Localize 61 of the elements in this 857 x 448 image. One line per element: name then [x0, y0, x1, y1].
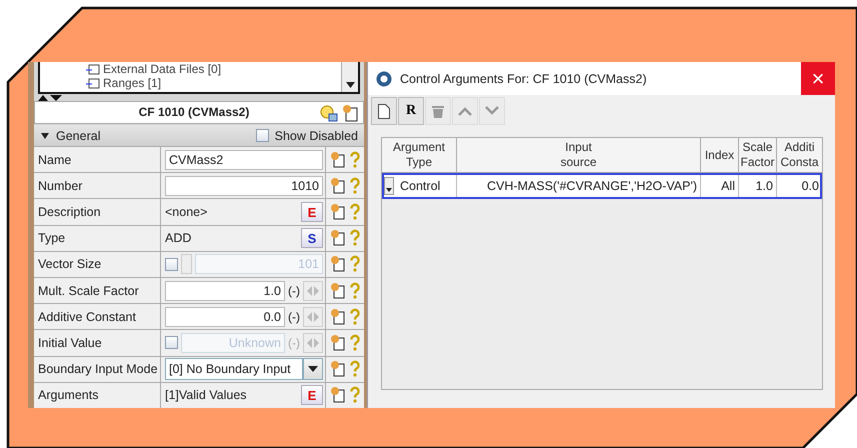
new-document-icon[interactable]: [330, 360, 346, 378]
table-cell: Control: [400, 179, 440, 193]
section-header[interactable]: General Show Disabled: [34, 125, 364, 146]
edit-button[interactable]: E: [301, 202, 323, 222]
new-document-icon[interactable]: [330, 203, 346, 222]
trash-icon: [432, 104, 444, 118]
initial-value-checkbox[interactable]: [165, 336, 178, 350]
spinner-icon[interactable]: [303, 332, 323, 353]
mode-dropdown[interactable]: [0] No Boundary Input: [165, 358, 303, 380]
value-field[interactable]: 1.0: [165, 280, 285, 301]
name-field[interactable]: CVMass2: [165, 150, 323, 170]
table-cell: 0.0: [802, 179, 819, 193]
unit-label: (-): [288, 336, 300, 350]
tree-node-icon: [86, 77, 100, 89]
new-document-icon[interactable]: [330, 308, 346, 326]
edit-button[interactable]: E: [301, 385, 323, 406]
column-header[interactable]: Additi Consta: [777, 138, 822, 172]
document-icon: [378, 104, 390, 118]
new-document-icon[interactable]: [341, 104, 359, 122]
new-document-icon[interactable]: [330, 255, 346, 274]
new-button[interactable]: [371, 97, 397, 125]
new-document-icon[interactable]: [330, 386, 346, 404]
number-field[interactable]: 1010: [165, 176, 323, 196]
close-button[interactable]: ×: [801, 62, 835, 95]
column-header[interactable]: Argument Type: [382, 138, 457, 172]
dialog-title: Control Arguments For: CF 1010 (CVMass2): [400, 72, 647, 86]
property-value: ADD: [165, 231, 192, 246]
chevron-down-icon: [484, 106, 500, 116]
vector-checkbox[interactable]: [165, 258, 178, 271]
unit-label: (-): [288, 284, 300, 298]
table-cell: 1.0: [756, 179, 773, 193]
table-row[interactable]: Control CVH-MASS('#CVRANGE','H2O-VAP') All 1.0 0.0: [382, 173, 822, 199]
chevron-up-icon: [457, 106, 473, 116]
new-document-icon[interactable]: [330, 282, 346, 300]
spinner-icon[interactable]: [303, 280, 323, 301]
column-header[interactable]: Index: [701, 138, 739, 172]
unit-label: (-): [288, 310, 300, 324]
checkbox-label: Show Disabled: [274, 128, 358, 143]
column-header[interactable]: Input source: [457, 138, 701, 172]
value-field[interactable]: 0.0: [165, 306, 285, 327]
property-value: <none>: [165, 205, 208, 220]
scroll-down-icon[interactable]: [346, 82, 354, 88]
expand-arrow-icon: [40, 132, 50, 140]
spinner-icon[interactable]: [303, 306, 323, 327]
r-button[interactable]: R: [398, 97, 424, 125]
panel-title: CF 1010 (CVMass2): [138, 105, 250, 120]
small-button[interactable]: [181, 254, 192, 274]
new-document-icon[interactable]: [330, 150, 346, 169]
new-document-icon[interactable]: [330, 176, 346, 195]
app-logo-icon: [376, 70, 392, 86]
splitter-arrows-icon[interactable]: [38, 94, 64, 101]
new-document-icon[interactable]: [330, 229, 346, 248]
edit-button[interactable]: S: [301, 228, 323, 248]
property-label: Arguments: [34, 382, 161, 408]
tree-item[interactable]: Ranges [1]: [86, 76, 341, 90]
property-value: [1]Valid Values: [165, 388, 248, 402]
table-cell: CVH-MASS('#CVRANGE','H2O-VAP'): [486, 179, 697, 193]
new-document-icon[interactable]: [330, 334, 346, 352]
table-cell: All: [721, 179, 735, 193]
tree-item[interactable]: External Data Files [0]: [86, 62, 341, 76]
column-header[interactable]: Scale Factor: [739, 138, 777, 172]
